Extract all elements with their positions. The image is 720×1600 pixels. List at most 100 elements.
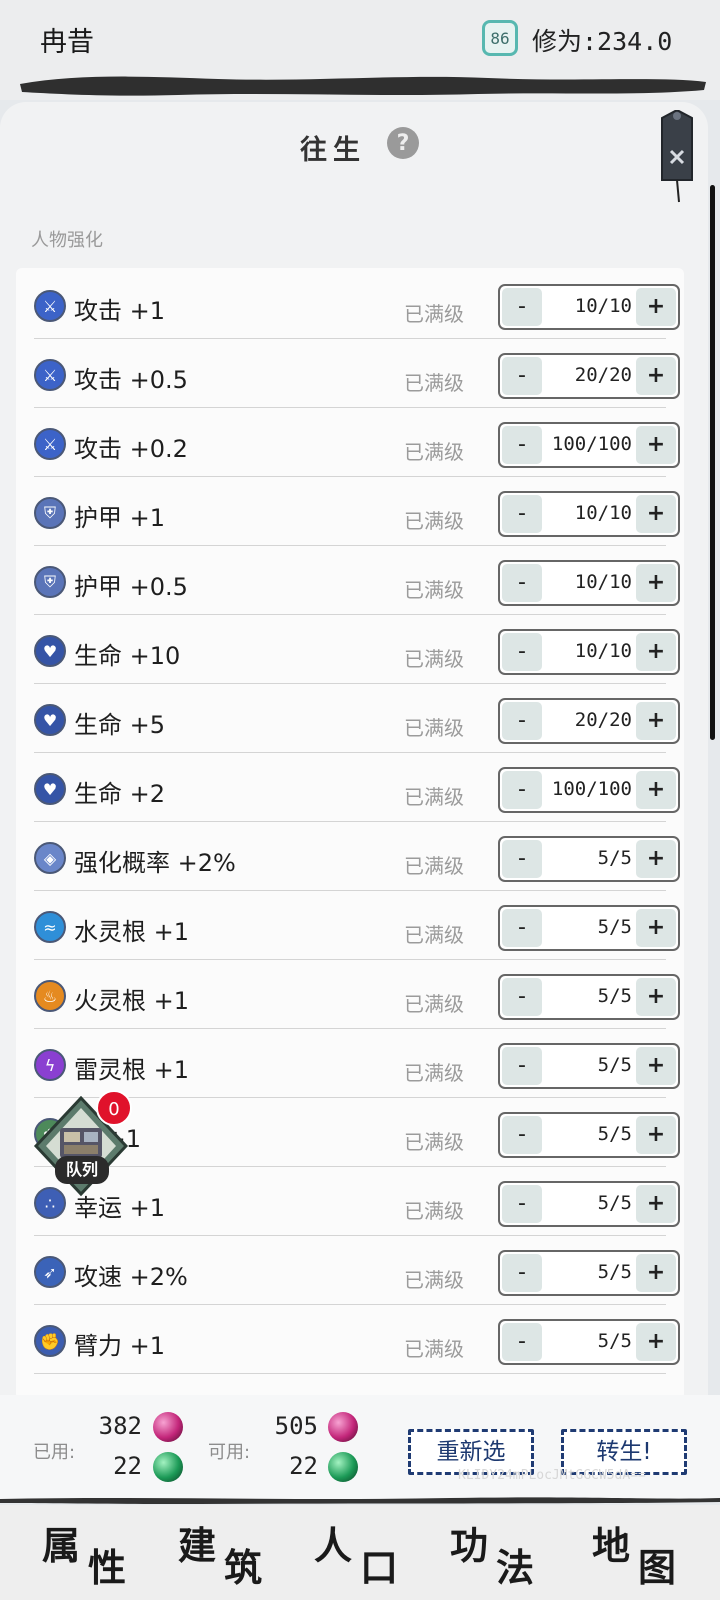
nav-population[interactable]: 人 口 [314,1515,434,1590]
nav-char: 属 [42,1523,81,1568]
increase-button[interactable]: + [636,771,676,809]
watermark: KLIDY24mPLocJMtGGCW5dA== [458,1468,646,1483]
increase-button[interactable]: + [636,1185,676,1223]
pink-orb-icon [328,1412,358,1442]
increase-button[interactable]: + [636,702,676,740]
increase-button[interactable]: + [636,564,676,602]
decrease-button[interactable]: - [502,495,542,533]
upgrade-row: ♨ 火灵根 +1 已满级 - 5/5 + [34,960,680,1029]
attack-icon: ⚔ [34,428,66,460]
scrollbar[interactable] [710,185,715,740]
nav-attributes[interactable]: 属 性 [42,1515,162,1590]
level-value: 5/5 [597,847,632,869]
upgrade-row: ✊ 臂力 +1 已满级 - 5/5 + [34,1305,680,1374]
upgrade-row: ≈ 水灵根 +1 已满级 - 5/5 + [34,891,680,960]
upgrade-row: ♥ 生命 +5 已满级 - 20/20 + [34,684,680,753]
available-green-count: 22 [289,1452,318,1480]
decrease-button[interactable]: - [502,426,542,464]
level-stepper: - 5/5 + [498,836,680,882]
increase-button[interactable]: + [636,426,676,464]
water-icon: ≈ [34,911,66,943]
upgrade-label: 护甲 +1 [74,504,166,532]
upgrade-status: 已满级 [404,440,464,464]
upgrade-status: 已满级 [404,1199,464,1223]
level-stepper: -100/100 + [498,422,680,468]
heart-icon: ♥ [34,704,66,736]
decrease-button[interactable]: - [502,840,542,878]
nav-char: 建 [178,1523,217,1568]
level-stepper: - 10/10 + [498,284,680,330]
upgrade-label: 雷灵根 +1 [74,1056,190,1084]
help-icon[interactable]: ? [387,127,419,159]
increase-button[interactable]: + [636,978,676,1016]
decrease-button[interactable]: - [502,633,542,671]
fire-icon: ♨ [34,980,66,1012]
increase-button[interactable]: + [636,288,676,326]
level-stepper: - 5/5 + [498,1319,680,1365]
level-value: 5/5 [597,1330,632,1352]
decrease-button[interactable]: - [502,909,542,947]
nav-buildings[interactable]: 建 筑 [178,1515,298,1590]
panel-title: 往生 [300,135,366,166]
upgrade-label: 生命 +5 [74,711,166,739]
decrease-button[interactable]: - [502,288,542,326]
decrease-button[interactable]: - [502,978,542,1016]
level-stepper: - 10/10 + [498,560,680,606]
increase-button[interactable]: + [636,357,676,395]
upgrade-label: 生命 +10 [74,642,181,670]
queue-count-badge: 0 [96,1090,132,1126]
level-value: 100/100 [551,778,632,800]
upgrade-status: 已满级 [404,716,464,740]
nav-techniques[interactable]: 功 法 [450,1515,570,1590]
decrease-button[interactable]: - [502,1254,542,1292]
increase-button[interactable]: + [636,1047,676,1085]
available-label: 可用: [208,1442,251,1463]
increase-button[interactable]: + [636,840,676,878]
decrease-button[interactable]: - [502,771,542,809]
increase-button[interactable]: + [636,495,676,533]
increase-button[interactable]: + [636,633,676,671]
pink-orb-icon [153,1412,183,1442]
armor-icon: ⛨ [34,566,66,598]
upgrade-status: 已满级 [404,1130,464,1154]
level-value: 5/5 [597,1123,632,1145]
increase-button[interactable]: + [636,1254,676,1292]
decrease-button[interactable]: - [502,357,542,395]
level-value: 10/10 [574,295,632,317]
level-stepper: -100/100 + [498,767,680,813]
attack-speed-icon: ➶ [34,1256,66,1288]
upgrade-row: ϟ 雷灵根 +1 已满级 - 5/5 + [34,1029,680,1098]
level-value: 100/100 [551,433,632,455]
nav-map[interactable]: 地 图 [592,1515,712,1590]
level-value: 5/5 [597,985,632,1007]
nav-char: 功 [450,1523,489,1568]
upgrade-status: 已满级 [404,923,464,947]
level-value: 5/5 [597,1054,632,1076]
increase-button[interactable]: + [636,1323,676,1361]
nav-char: 性 [88,1545,127,1590]
close-icon[interactable] [652,110,702,210]
level-value: 20/20 [574,709,632,731]
nav-char: 图 [638,1545,677,1590]
used-label: 已用: [33,1442,76,1463]
queue-label: 队列 [55,1156,109,1184]
decrease-button[interactable]: - [502,1323,542,1361]
increase-button[interactable]: + [636,909,676,947]
upgrade-list: ⚔ 攻击 +1 已满级 -10/10 + ⚔ 攻击 +0.5 已满级 -20/20 + ⚔ 攻击 +0… [16,268,684,1400]
decrease-button[interactable]: - [502,1116,542,1154]
upgrade-status: 已满级 [404,1337,464,1361]
level-value: 20/20 [574,364,632,386]
level-stepper: - 20/20 + [498,698,680,744]
level-stepper: - 5/5 + [498,974,680,1020]
used-pink-count: 382 [98,1412,142,1440]
decrease-button[interactable]: - [502,1185,542,1223]
level-stepper: - 5/5 + [498,905,680,951]
level-value: 5/5 [597,1192,632,1214]
decrease-button[interactable]: - [502,564,542,602]
section-label: 人物强化 [31,230,103,251]
decrease-button[interactable]: - [502,702,542,740]
level-stepper: - 10/10 + [498,629,680,675]
upgrade-row: ⛨ 护甲 +0.5 已满级 - 10/10 + [34,546,680,615]
increase-button[interactable]: + [636,1116,676,1154]
decrease-button[interactable]: - [502,1047,542,1085]
